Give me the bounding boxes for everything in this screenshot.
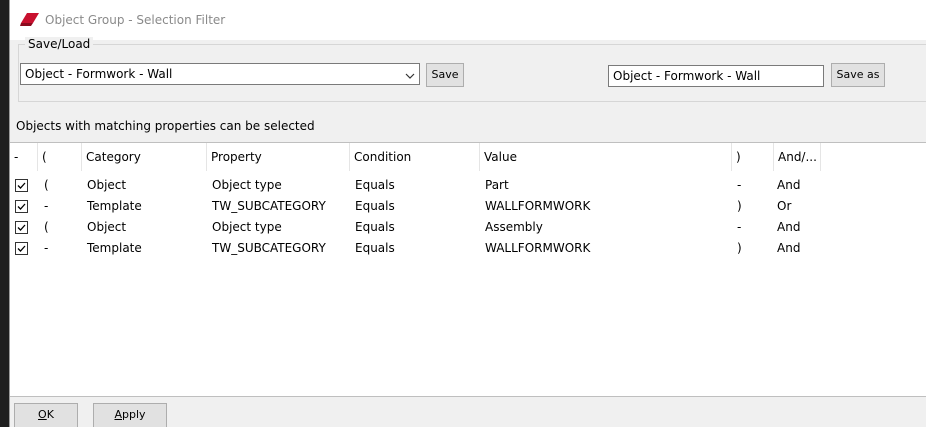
col-header-value[interactable]: Value xyxy=(480,143,732,171)
chevron-down-icon xyxy=(405,69,415,79)
window-title: Object Group - Selection Filter xyxy=(45,13,226,27)
cell-close-paren: - xyxy=(737,220,742,234)
cell-open-paren: - xyxy=(44,199,49,213)
cell-category: Object xyxy=(87,220,127,234)
save-load-group: Save/Load Object - Formwork - Wall Save … xyxy=(18,37,926,102)
row-checkbox[interactable] xyxy=(15,200,28,213)
cell-property: Object type xyxy=(212,220,282,234)
table-row[interactable]: - Template TW_SUBCATEGORY Equals WALLFOR… xyxy=(10,238,926,259)
filter-dropdown-value: Object - Formwork - Wall xyxy=(25,67,173,81)
table-row[interactable]: ( Object Object type Equals Part - And xyxy=(10,175,926,196)
cell-and-or: And xyxy=(777,178,801,192)
cell-close-paren: ) xyxy=(737,241,742,255)
col-header-condition[interactable]: Condition xyxy=(350,143,480,171)
cell-value: WALLFORMWORK xyxy=(485,241,591,255)
table-row[interactable]: ( Object Object type Equals Assembly - A… xyxy=(10,217,926,238)
save-as-button[interactable]: Save as xyxy=(831,63,885,87)
cell-property: Object type xyxy=(212,178,282,192)
col-header-property[interactable]: Property xyxy=(207,143,350,171)
row-checkbox[interactable] xyxy=(15,221,28,234)
checkmark-icon xyxy=(17,182,26,189)
checkmark-icon xyxy=(17,203,26,210)
checkmark-icon xyxy=(17,224,26,231)
row-checkbox[interactable] xyxy=(15,242,28,255)
apply-mnemonic: A xyxy=(114,408,122,421)
cell-open-paren: - xyxy=(44,241,49,255)
selection-filter-dialog: Object Group - Selection Filter Save/Loa… xyxy=(9,0,926,427)
col-header-select[interactable]: - xyxy=(10,143,38,171)
cell-open-paren: ( xyxy=(44,220,49,234)
cell-category: Object xyxy=(87,178,127,192)
cell-and-or: And xyxy=(777,220,801,234)
col-header-open-paren[interactable]: ( xyxy=(38,143,82,171)
cell-condition: Equals xyxy=(355,178,395,192)
save-button[interactable]: Save xyxy=(426,63,464,87)
cell-close-paren: - xyxy=(737,178,742,192)
filter-rules-list[interactable]: - ( Category Property Condition Value ) … xyxy=(10,142,926,397)
col-header-and-or[interactable]: And/... xyxy=(774,143,821,171)
cell-and-or: Or xyxy=(777,199,792,213)
ok-label-rest: K xyxy=(46,408,54,421)
cell-property: TW_SUBCATEGORY xyxy=(212,241,326,255)
cell-value: WALLFORMWORK xyxy=(485,199,591,213)
apply-button[interactable]: Apply xyxy=(93,403,167,427)
ok-mnemonic: O xyxy=(38,408,47,421)
col-header-category[interactable]: Category xyxy=(82,143,207,171)
app-icon xyxy=(20,12,40,26)
ok-button[interactable]: OK xyxy=(14,403,78,427)
cell-category: Template xyxy=(87,199,142,213)
cell-value: Assembly xyxy=(485,220,543,234)
table-row[interactable]: - Template TW_SUBCATEGORY Equals WALLFOR… xyxy=(10,196,926,217)
cell-condition: Equals xyxy=(355,220,395,234)
cell-condition: Equals xyxy=(355,241,395,255)
cell-value: Part xyxy=(485,178,509,192)
filter-dropdown[interactable]: Object - Formwork - Wall xyxy=(20,63,420,85)
title-bar: Object Group - Selection Filter xyxy=(10,0,926,40)
cell-and-or: And xyxy=(777,241,801,255)
save-name-input[interactable] xyxy=(608,65,824,87)
save-load-legend: Save/Load xyxy=(25,37,94,51)
cell-condition: Equals xyxy=(355,199,395,213)
hint-label: Objects with matching properties can be … xyxy=(16,119,315,133)
cell-open-paren: ( xyxy=(44,178,49,192)
checkmark-icon xyxy=(17,245,26,252)
cell-close-paren: ) xyxy=(737,199,742,213)
cell-property: TW_SUBCATEGORY xyxy=(212,199,326,213)
col-header-close-paren[interactable]: ) xyxy=(732,143,774,171)
apply-label-rest: pply xyxy=(122,408,146,421)
row-checkbox[interactable] xyxy=(15,179,28,192)
cell-category: Template xyxy=(87,241,142,255)
